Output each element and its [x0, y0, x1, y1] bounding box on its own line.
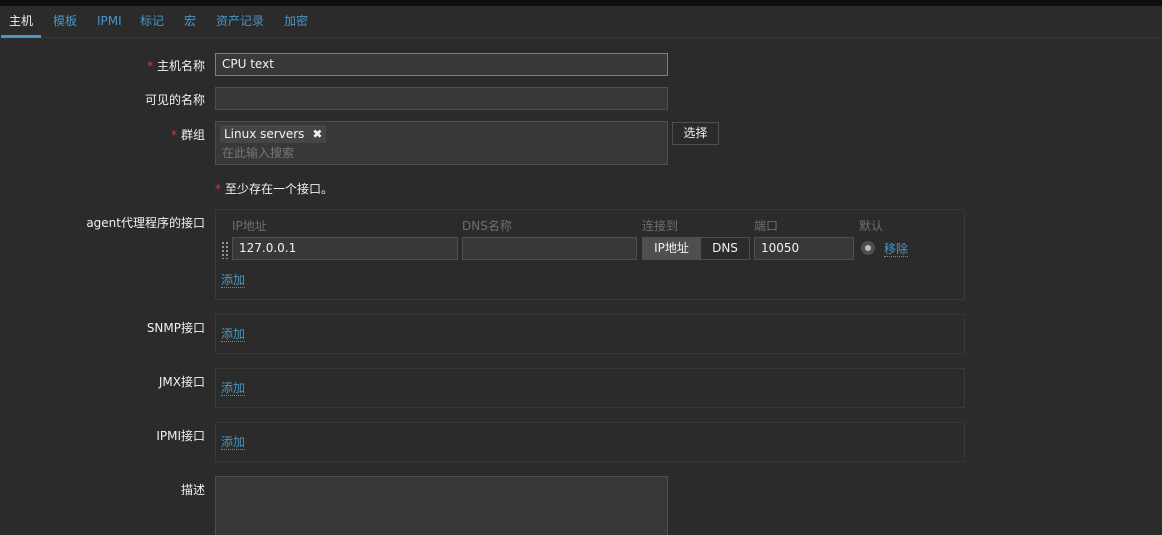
- host-name-input[interactable]: CPU text: [215, 53, 668, 76]
- drag-handle-icon[interactable]: [221, 241, 229, 259]
- header-connect: 连接到: [642, 219, 679, 233]
- groups-multiselect[interactable]: Linux servers ✖ 在此输入搜索: [215, 121, 668, 165]
- connect-ip-button[interactable]: IP地址: [642, 237, 701, 260]
- interface-note: * 至少存在一个接口。: [215, 182, 334, 196]
- agent-interfaces-label: agent代理程序的接口: [86, 216, 205, 230]
- jmx-label: JMX接口: [158, 375, 205, 389]
- remove-tag-icon[interactable]: ✖: [312, 125, 322, 143]
- visible-name-input[interactable]: [215, 87, 668, 110]
- ip-input[interactable]: 127.0.0.1: [232, 237, 458, 260]
- connect-dns-button[interactable]: DNS: [700, 237, 750, 260]
- ipmi-box: 添加: [215, 422, 965, 462]
- add-ipmi-interface[interactable]: 添加: [221, 435, 246, 450]
- agent-interfaces-box: IP地址 DNS名称 连接到 端口 默认 127.0.0.1 IP地址 DNS …: [215, 209, 965, 300]
- header-dns: DNS名称: [462, 219, 512, 233]
- tab-bar: 主机 模板 IPMI 标记 宏 资产记录 加密: [0, 6, 1162, 38]
- host-name-label: * 主机名称: [146, 59, 205, 73]
- select-groups-button[interactable]: 选择: [672, 122, 719, 145]
- add-agent-interface[interactable]: 添加: [221, 273, 246, 288]
- tab-inventory[interactable]: 资产记录: [216, 6, 264, 37]
- tab-macros[interactable]: 宏: [184, 6, 196, 37]
- snmp-box: 添加: [215, 314, 965, 354]
- description-label: 描述: [180, 483, 205, 497]
- tab-encryption[interactable]: 加密: [284, 6, 308, 37]
- remove-interface-link[interactable]: 移除: [884, 242, 909, 257]
- groups-label: * 群组: [170, 128, 205, 142]
- header-default: 默认: [859, 219, 884, 233]
- visible-name-label: 可见的名称: [144, 93, 205, 107]
- header-port: 端口: [754, 219, 779, 233]
- dns-input[interactable]: [462, 237, 637, 260]
- jmx-box: 添加: [215, 368, 965, 408]
- add-jmx-interface[interactable]: 添加: [221, 381, 246, 396]
- add-snmp-interface[interactable]: 添加: [221, 327, 246, 342]
- default-radio[interactable]: [861, 241, 875, 255]
- snmp-label: SNMP接口: [146, 321, 205, 335]
- tab-host[interactable]: 主机: [0, 6, 42, 38]
- header-ip: IP地址: [232, 219, 267, 233]
- tab-ipmi[interactable]: IPMI: [97, 6, 122, 37]
- groups-search-placeholder[interactable]: 在此输入搜索: [222, 144, 294, 162]
- port-input[interactable]: 10050: [754, 237, 854, 260]
- tab-tags[interactable]: 标记: [140, 6, 164, 37]
- description-textarea[interactable]: [215, 476, 668, 535]
- tab-templates[interactable]: 模板: [53, 6, 77, 37]
- ipmi-label: IPMI接口: [156, 429, 205, 443]
- group-tag: Linux servers ✖: [220, 125, 327, 143]
